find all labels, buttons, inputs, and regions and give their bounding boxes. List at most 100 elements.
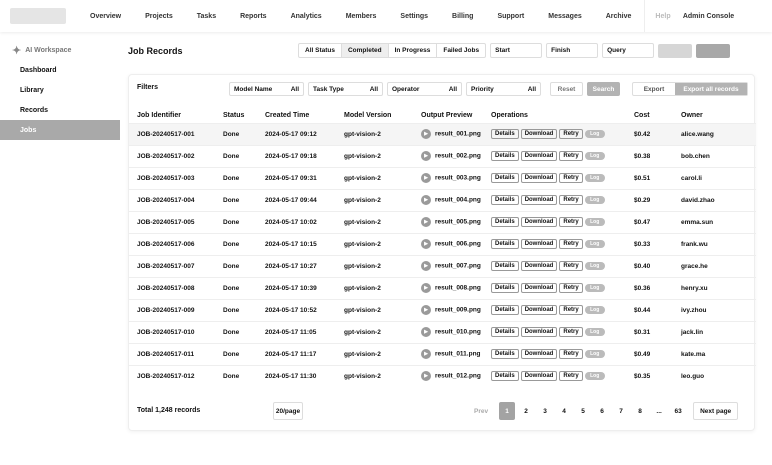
status-segment[interactable]: In Progress (389, 44, 438, 57)
download-button[interactable]: Download (520, 305, 558, 315)
filter-apply-button[interactable] (696, 43, 731, 58)
download-button[interactable]: Download (520, 327, 558, 337)
view-details-button[interactable]: Details (491, 371, 519, 382)
sidebar-item[interactable]: Records (0, 100, 120, 120)
download-button[interactable]: Download (520, 371, 558, 382)
play-icon[interactable]: ▶ (421, 151, 431, 161)
page-button[interactable]: 7 (613, 402, 629, 420)
topnav-item[interactable]: Tasks (197, 13, 216, 20)
view-details-button[interactable]: Details (491, 217, 519, 227)
preview-link[interactable]: result_002.png (435, 153, 481, 160)
status-segment[interactable]: All Status (299, 44, 342, 57)
account-menu[interactable]: Admin Console (644, 0, 772, 32)
preview-link[interactable]: result_007.png (435, 263, 481, 270)
view-details-button[interactable]: Details (491, 261, 519, 271)
view-details-button[interactable]: Details (491, 327, 519, 337)
app-logo[interactable] (10, 8, 66, 24)
preview-link[interactable]: result_004.png (435, 197, 481, 204)
log-toggle[interactable]: Log (584, 284, 605, 292)
preview-link[interactable]: result_011.png (435, 351, 481, 358)
preview-link[interactable]: result_005.png (435, 219, 481, 226)
topnav-item[interactable]: Analytics (291, 13, 322, 20)
retry-button[interactable]: Retry (559, 239, 583, 249)
retry-button[interactable]: Retry (559, 305, 583, 315)
view-details-button[interactable]: Details (491, 283, 519, 293)
retry-button[interactable]: Retry (559, 151, 583, 161)
log-toggle[interactable]: Log (584, 152, 605, 160)
preview-link[interactable]: result_006.png (435, 241, 481, 248)
view-details-button[interactable]: Details (491, 151, 519, 161)
play-icon[interactable]: ▶ (421, 283, 431, 293)
download-button[interactable]: Download (520, 217, 558, 227)
log-toggle[interactable]: Log (584, 240, 605, 248)
sidebar-item[interactable]: Dashboard (0, 60, 120, 80)
play-icon[interactable]: ▶ (421, 327, 431, 337)
preview-link[interactable]: result_001.png (435, 131, 481, 138)
play-icon[interactable]: ▶ (421, 239, 431, 249)
download-button[interactable]: Download (520, 129, 558, 139)
filter-select[interactable]: Task Type All (308, 82, 383, 96)
retry-button[interactable]: Retry (559, 327, 583, 337)
topnav-item[interactable]: Messages (548, 13, 581, 20)
play-icon[interactable]: ▶ (421, 129, 431, 139)
page-size-select[interactable]: 20/page (273, 402, 303, 420)
view-details-button[interactable]: Details (491, 195, 519, 205)
download-button[interactable]: Download (520, 151, 558, 161)
log-toggle[interactable]: Log (584, 372, 605, 381)
status-segment[interactable]: Completed (341, 44, 389, 57)
page-button[interactable]: 5 (575, 402, 591, 420)
retry-button[interactable]: Retry (559, 349, 583, 359)
download-button[interactable]: Download (520, 195, 558, 205)
topnav-item[interactable]: Settings (400, 13, 428, 20)
retry-button[interactable]: Retry (559, 173, 583, 183)
log-toggle[interactable]: Log (584, 350, 605, 358)
play-icon[interactable]: ▶ (421, 261, 431, 271)
page-button[interactable]: 1 (499, 402, 516, 420)
sidebar-item[interactable]: Jobs (0, 120, 120, 140)
play-icon[interactable]: ▶ (421, 217, 431, 227)
log-toggle[interactable]: Log (584, 328, 605, 336)
topnav-item[interactable]: Members (346, 13, 377, 20)
view-details-button[interactable]: Details (491, 239, 519, 249)
retry-button[interactable]: Retry (559, 261, 583, 271)
filter-select[interactable]: Model Name All (229, 82, 304, 96)
page-button[interactable]: 4 (556, 402, 572, 420)
play-icon[interactable]: ▶ (421, 349, 431, 359)
log-toggle[interactable]: Log (584, 130, 605, 138)
download-button[interactable]: Download (520, 283, 558, 293)
play-icon[interactable]: ▶ (421, 371, 431, 382)
play-icon[interactable]: ▶ (421, 305, 431, 315)
topnav-item[interactable]: Billing (452, 13, 473, 20)
view-details-button[interactable]: Details (491, 173, 519, 183)
page-button[interactable]: 3 (537, 402, 553, 420)
preview-link[interactable]: result_008.png (435, 285, 481, 292)
log-toggle[interactable]: Log (584, 306, 605, 314)
view-details-button[interactable]: Details (491, 129, 519, 139)
download-button[interactable]: Download (520, 239, 558, 249)
status-segment[interactable]: Failed Jobs (437, 44, 485, 57)
search-button[interactable]: Search (587, 82, 620, 96)
topnav-item[interactable]: Projects (145, 13, 173, 20)
log-toggle[interactable]: Log (584, 174, 605, 182)
last-page-button[interactable]: 63 (670, 402, 686, 420)
retry-button[interactable]: Retry (559, 283, 583, 293)
page-button[interactable]: 6 (594, 402, 610, 420)
play-icon[interactable]: ▶ (421, 173, 431, 183)
sidebar-item[interactable]: Library (0, 80, 120, 100)
retry-button[interactable]: Retry (559, 371, 583, 382)
download-button[interactable]: Download (520, 173, 558, 183)
preview-link[interactable]: result_009.png (435, 307, 481, 314)
play-icon[interactable]: ▶ (421, 195, 431, 205)
keyword-input[interactable]: Query (602, 43, 655, 58)
filter-select[interactable]: Operator All (387, 82, 462, 96)
topnav-item[interactable]: Overview (90, 13, 121, 20)
topnav-item[interactable]: Archive (606, 13, 632, 20)
start-date-input[interactable]: Start (490, 43, 543, 58)
export-all-button[interactable]: Export all records (675, 83, 747, 95)
filter-select[interactable]: Priority All (466, 82, 541, 96)
retry-button[interactable]: Retry (559, 195, 583, 205)
log-toggle[interactable]: Log (584, 262, 605, 270)
retry-button[interactable]: Retry (559, 129, 583, 139)
log-toggle[interactable]: Log (584, 196, 605, 204)
log-toggle[interactable]: Log (584, 218, 605, 226)
